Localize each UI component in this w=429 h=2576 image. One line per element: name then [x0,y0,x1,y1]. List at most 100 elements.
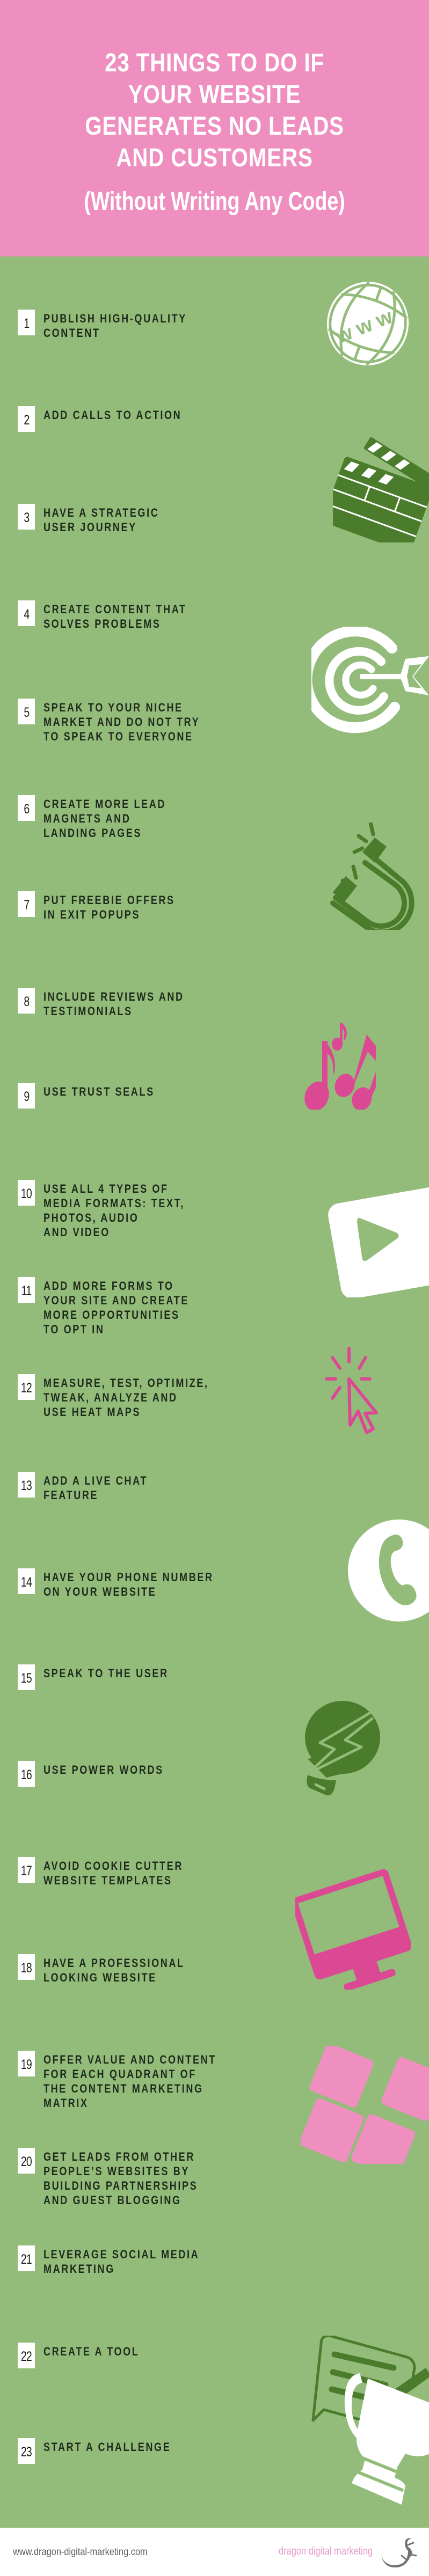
item-number-badge: 22 [18,2343,35,2368]
lizard-logo-icon [381,2538,417,2568]
item-label: START A CHALLENGE [43,2440,171,2454]
item-label: USE ALL 4 TYPES OF MEDIA FORMATS: TEXT, PH… [43,1181,185,1239]
item-label-line: AND GUEST BLOGGING [43,2193,181,2207]
grid-squares-icon [301,2046,429,2164]
item-label-line: HAVE A PROFESSIONAL [43,1956,185,1970]
item-number-badge: 12 [18,1374,35,1400]
item-number-badge: 6 [18,795,35,821]
item-number: 21 [20,2252,32,2267]
item-number-badge: 16 [18,1761,35,1787]
trophy-icon [344,2373,429,2505]
item-number: 11 [21,1283,32,1298]
item-number-badge: 18 [18,1954,35,1980]
item-number-badge: 15 [18,1664,35,1690]
item-label-line: WEBSITE TEMPLATES [43,1874,172,1887]
item-label-line: MEASURE, TEST, OPTIMIZE, [43,1376,209,1390]
item-number-badge: 9 [18,1083,35,1109]
title-line: YOUR WEBSITE [128,80,301,109]
item-label-line: TO SPEAK TO EVERYONE [43,730,193,743]
item-number: 1 [23,316,30,331]
target-icon [311,627,429,733]
item-label-line: AVOID COOKIE CUTTER [43,1859,184,1873]
item-label-line: CREATE MORE LEAD [43,797,166,811]
item-label-line: ADD CALLS TO ACTION [43,408,182,422]
item-label: OFFER VALUE AND CONTENT FOR EACH QUADRANT… [43,2052,216,2110]
item-label-line: HAVE YOUR PHONE NUMBER [43,1570,214,1584]
item-number: 13 [20,1478,32,1493]
item-label-line: PHOTOS, AUDIO [43,1211,139,1224]
list-item: 21 LEVERAGE SOCIAL MEDIA MARKETING [0,2245,429,2278]
item-number: 2 [23,413,30,428]
item-number: 3 [23,510,30,525]
item-label-line: BUILDING PARTNERSHIPS [43,2179,198,2192]
item-label: HAVE YOUR PHONE NUMBER ON YOUR WEBSITE [43,1570,214,1599]
item-label: GET LEADS FROM OTHER PEOPLE’S WEBSITES BY… [43,2149,198,2207]
item-label-line: USER JOURNEY [43,520,137,534]
item-number-badge: 1 [18,310,35,335]
item-number: 9 [23,1089,30,1104]
item-label-line: FOR EACH QUADRANT OF [43,2067,197,2081]
item-label-line: START A CHALLENGE [43,2440,171,2454]
item-label-line: TWEAK, ANALYZE AND [43,1391,178,1404]
item-number: 17 [20,1863,32,1878]
item-number-badge: 21 [18,2245,35,2271]
item-label: ADD A LIVE CHAT FEATURE [43,1473,148,1502]
item-label-line: IN EXIT POPUPS [43,908,141,921]
item-label-line: MAGNETS AND [43,812,131,825]
item-number-badge: 10 [18,1180,35,1206]
item-label-line: OFFER VALUE AND CONTENT [43,2053,216,2066]
page-title: 23 THINGS TO DO IF YOUR WEBSITE GENERATE… [34,47,395,174]
item-number: 12 [20,1381,32,1396]
item-number-badge: 17 [18,1857,35,1883]
magnet-icon [330,823,415,930]
item-number-badge: 13 [18,1472,35,1498]
item-label-line: FEATURE [43,1488,99,1502]
item-label-line: PEOPLE’S WEBSITES BY [43,2164,190,2178]
title-line: GENERATES NO LEADS [85,112,344,141]
monitor-icon [295,1869,411,1990]
item-number-badge: 2 [18,406,35,432]
item-label-line: ADD MORE FORMS TO [43,1279,174,1293]
item-number-badge: 19 [18,2051,35,2076]
item-number-badge: 7 [18,891,35,917]
item-number: 23 [20,2445,32,2460]
item-number-badge: 5 [18,699,35,724]
brand-name: dragon digital marketing [279,2545,373,2557]
item-number-badge: 14 [18,1568,35,1594]
item-label-line: USE ALL 4 TYPES OF [43,1182,169,1195]
item-label-line: YOUR SITE AND CREATE [43,1294,189,1307]
item-label-line: PUBLISH HIGH-QUALITY [43,312,187,325]
item-label-line: INCLUDE REVIEWS AND [43,990,184,1003]
page-subtitle: (Without Writing Any Code) [84,187,345,216]
title-line: AND CUSTOMERS [116,144,313,172]
item-label: AVOID COOKIE CUTTER WEBSITE TEMPLATES [43,1859,183,1888]
clapperboard-icon [333,437,429,542]
item-label: SPEAK TO YOUR NICHE MARKET AND DO NOT TRY… [43,700,200,744]
item-label-line: CREATE CONTENT THAT [43,603,187,616]
item-number-badge: 3 [18,504,35,530]
item-number: 10 [20,1186,32,1201]
item-label-line: AND VIDEO [43,1225,110,1239]
item-label: CREATE A TOOL [43,2344,139,2359]
item-label: PUT FREEBIE OFFERS IN EXIT POPUPS [43,893,175,922]
item-label: LEVERAGE SOCIAL MEDIA MARKETING [43,2247,199,2276]
item-label-line: SPEAK TO YOUR NICHE [43,701,183,714]
item-number: 19 [20,2057,32,2072]
list-item: 15 SPEAK TO THE USER [0,1664,429,1697]
item-label-line: USE TRUST SEALS [43,1085,155,1098]
item-number-badge: 23 [18,2438,35,2464]
title-line: 23 THINGS TO DO IF [105,49,324,77]
item-label-line: MARKETING [43,2262,115,2276]
item-number: 16 [20,1767,32,1782]
item-label-line: SPEAK TO THE USER [43,1667,169,1680]
item-number-badge: 11 [18,1277,35,1303]
globe-www-icon: www [326,282,409,365]
item-label-line: HAVE A STRATEGIC [43,506,159,519]
item-number: 8 [23,994,30,1009]
item-label: ADD CALLS TO ACTION [43,408,181,422]
item-number: 5 [23,705,30,720]
website-link[interactable]: www.dragon-digital-marketing.com [13,2546,148,2558]
item-label: ADD MORE FORMS TO YOUR SITE AND CREATE MOR… [43,1279,189,1337]
item-label-line: CREATE A TOOL [43,2345,140,2358]
item-label: HAVE A STRATEGIC USER JOURNEY [43,505,159,534]
